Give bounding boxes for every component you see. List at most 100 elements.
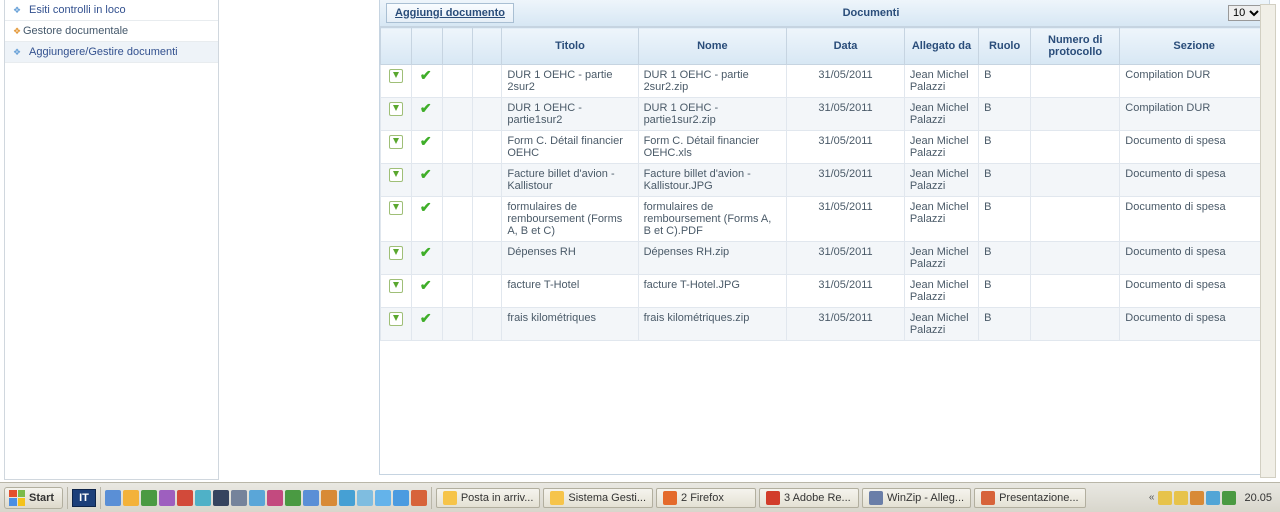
download-icon[interactable] xyxy=(389,102,403,116)
cell-protocollo xyxy=(1031,275,1120,308)
tray-icon[interactable] xyxy=(1222,491,1236,505)
col-allegato[interactable]: Allegato da xyxy=(904,28,978,65)
quicklaunch-icon[interactable] xyxy=(141,490,157,506)
quicklaunch-icon[interactable] xyxy=(123,490,139,506)
quicklaunch-icon[interactable] xyxy=(105,490,121,506)
separator xyxy=(67,487,68,509)
documents-table: Titolo Nome Data Allegato da Ruolo Numer… xyxy=(380,27,1269,341)
col-protocollo[interactable]: Numero di protocollo xyxy=(1031,28,1120,65)
app-icon xyxy=(663,491,677,505)
col-data[interactable]: Data xyxy=(787,28,905,65)
cell-ruolo: B xyxy=(979,164,1031,197)
quicklaunch-icon[interactable] xyxy=(411,490,427,506)
quicklaunch-icon[interactable] xyxy=(393,490,409,506)
task-label: Presentazione... xyxy=(999,492,1079,504)
quicklaunch-icon[interactable] xyxy=(285,490,301,506)
quicklaunch-icon[interactable] xyxy=(321,490,337,506)
cell-ruolo: B xyxy=(979,275,1031,308)
check-icon xyxy=(420,312,434,326)
sidebar-item-aggiungere[interactable]: Aggiungere/Gestire documenti xyxy=(5,42,218,63)
cell-nome: Dépenses RH.zip xyxy=(638,242,787,275)
quicklaunch-icon[interactable] xyxy=(249,490,265,506)
separator xyxy=(431,487,432,509)
vertical-scrollbar[interactable] xyxy=(1260,4,1276,478)
cell-allegato: Jean Michel Palazzi xyxy=(904,65,978,98)
page-size-select[interactable]: 10 xyxy=(1228,5,1263,21)
cell-nome: facture T-Hotel.JPG xyxy=(638,275,787,308)
check-icon xyxy=(420,168,434,182)
cell-nome: DUR 1 OEHC - partie1sur2.zip xyxy=(638,98,787,131)
quicklaunch-icon[interactable] xyxy=(375,490,391,506)
col-blank2 xyxy=(472,28,502,65)
download-icon[interactable] xyxy=(389,312,403,326)
sidebar-item-esiti[interactable]: Esiti controlli in loco xyxy=(5,0,218,21)
quicklaunch-icon[interactable] xyxy=(213,490,229,506)
quicklaunch-icon[interactable] xyxy=(339,490,355,506)
table-row: Facture billet d'avion - KallistourFactu… xyxy=(381,164,1269,197)
sidebar-item-label: Aggiungere/Gestire documenti xyxy=(29,46,178,58)
start-button[interactable]: Start xyxy=(4,487,63,509)
cell-nome: Form C. Détail financier OEHC.xls xyxy=(638,131,787,164)
taskbar-window-button[interactable]: 3 Adobe Re... xyxy=(759,488,859,508)
taskbar-window-button[interactable]: Posta in arriv... xyxy=(436,488,541,508)
download-icon[interactable] xyxy=(389,246,403,260)
task-label: Posta in arriv... xyxy=(461,492,534,504)
download-icon[interactable] xyxy=(389,201,403,215)
taskbar-window-button[interactable]: Presentazione... xyxy=(974,488,1086,508)
taskbar-window-button[interactable]: Sistema Gesti... xyxy=(543,488,653,508)
cell-ruolo: B xyxy=(979,98,1031,131)
language-indicator[interactable]: IT xyxy=(72,489,96,507)
task-label: 3 Adobe Re... xyxy=(784,492,851,504)
download-icon[interactable] xyxy=(389,168,403,182)
documents-panel: Aggiungi documento Documenti 10 Titolo N… xyxy=(379,0,1270,475)
documents-header: Aggiungi documento Documenti 10 xyxy=(380,0,1269,27)
cell-nome: formulaires de remboursement (Forms A, B… xyxy=(638,197,787,242)
quicklaunch-bar xyxy=(105,490,427,506)
cell-nome: DUR 1 OEHC - partie 2sur2.zip xyxy=(638,65,787,98)
cell-titolo: frais kilométriques xyxy=(502,308,638,341)
tray-icon[interactable] xyxy=(1174,491,1188,505)
download-icon[interactable] xyxy=(389,279,403,293)
col-ruolo[interactable]: Ruolo xyxy=(979,28,1031,65)
col-titolo[interactable]: Titolo xyxy=(502,28,638,65)
taskbar-window-button[interactable]: 2 Firefox xyxy=(656,488,756,508)
sidebar-item-label: Esiti controlli in loco xyxy=(29,4,126,16)
quicklaunch-icon[interactable] xyxy=(303,490,319,506)
cell-sezione: Compilation DUR xyxy=(1120,65,1269,98)
add-document-button[interactable]: Aggiungi documento xyxy=(386,3,514,23)
cell-protocollo xyxy=(1031,131,1120,164)
quicklaunch-icon[interactable] xyxy=(267,490,283,506)
taskbar-window-button[interactable]: WinZip - Alleg... xyxy=(862,488,971,508)
task-label: 2 Firefox xyxy=(681,492,724,504)
panel-title: Documenti xyxy=(514,7,1228,19)
cell-titolo: Form C. Détail financier OEHC xyxy=(502,131,638,164)
col-nome[interactable]: Nome xyxy=(638,28,787,65)
cell-sezione: Documento di spesa xyxy=(1120,242,1269,275)
col-download xyxy=(381,28,412,65)
tray-icon[interactable] xyxy=(1190,491,1204,505)
download-icon[interactable] xyxy=(389,69,403,83)
cell-data: 31/05/2011 xyxy=(787,197,905,242)
tray-icon[interactable] xyxy=(1158,491,1172,505)
cell-ruolo: B xyxy=(979,308,1031,341)
quicklaunch-icon[interactable] xyxy=(357,490,373,506)
check-icon xyxy=(420,102,434,116)
cell-protocollo xyxy=(1031,98,1120,131)
task-label: WinZip - Alleg... xyxy=(887,492,964,504)
cell-protocollo xyxy=(1031,65,1120,98)
sidebar-item-gestore[interactable]: Gestore documentale xyxy=(5,21,218,42)
tray-overflow-icon[interactable]: « xyxy=(1149,492,1155,503)
download-icon[interactable] xyxy=(389,135,403,149)
quicklaunch-icon[interactable] xyxy=(231,490,247,506)
tray-icon[interactable] xyxy=(1206,491,1220,505)
app-icon xyxy=(981,491,995,505)
cell-allegato: Jean Michel Palazzi xyxy=(904,131,978,164)
quicklaunch-icon[interactable] xyxy=(177,490,193,506)
quicklaunch-icon[interactable] xyxy=(195,490,211,506)
col-sezione[interactable]: Sezione xyxy=(1120,28,1269,65)
cell-data: 31/05/2011 xyxy=(787,65,905,98)
bullet-icon xyxy=(13,28,19,34)
cell-data: 31/05/2011 xyxy=(787,164,905,197)
bullet-icon xyxy=(13,7,19,13)
quicklaunch-icon[interactable] xyxy=(159,490,175,506)
